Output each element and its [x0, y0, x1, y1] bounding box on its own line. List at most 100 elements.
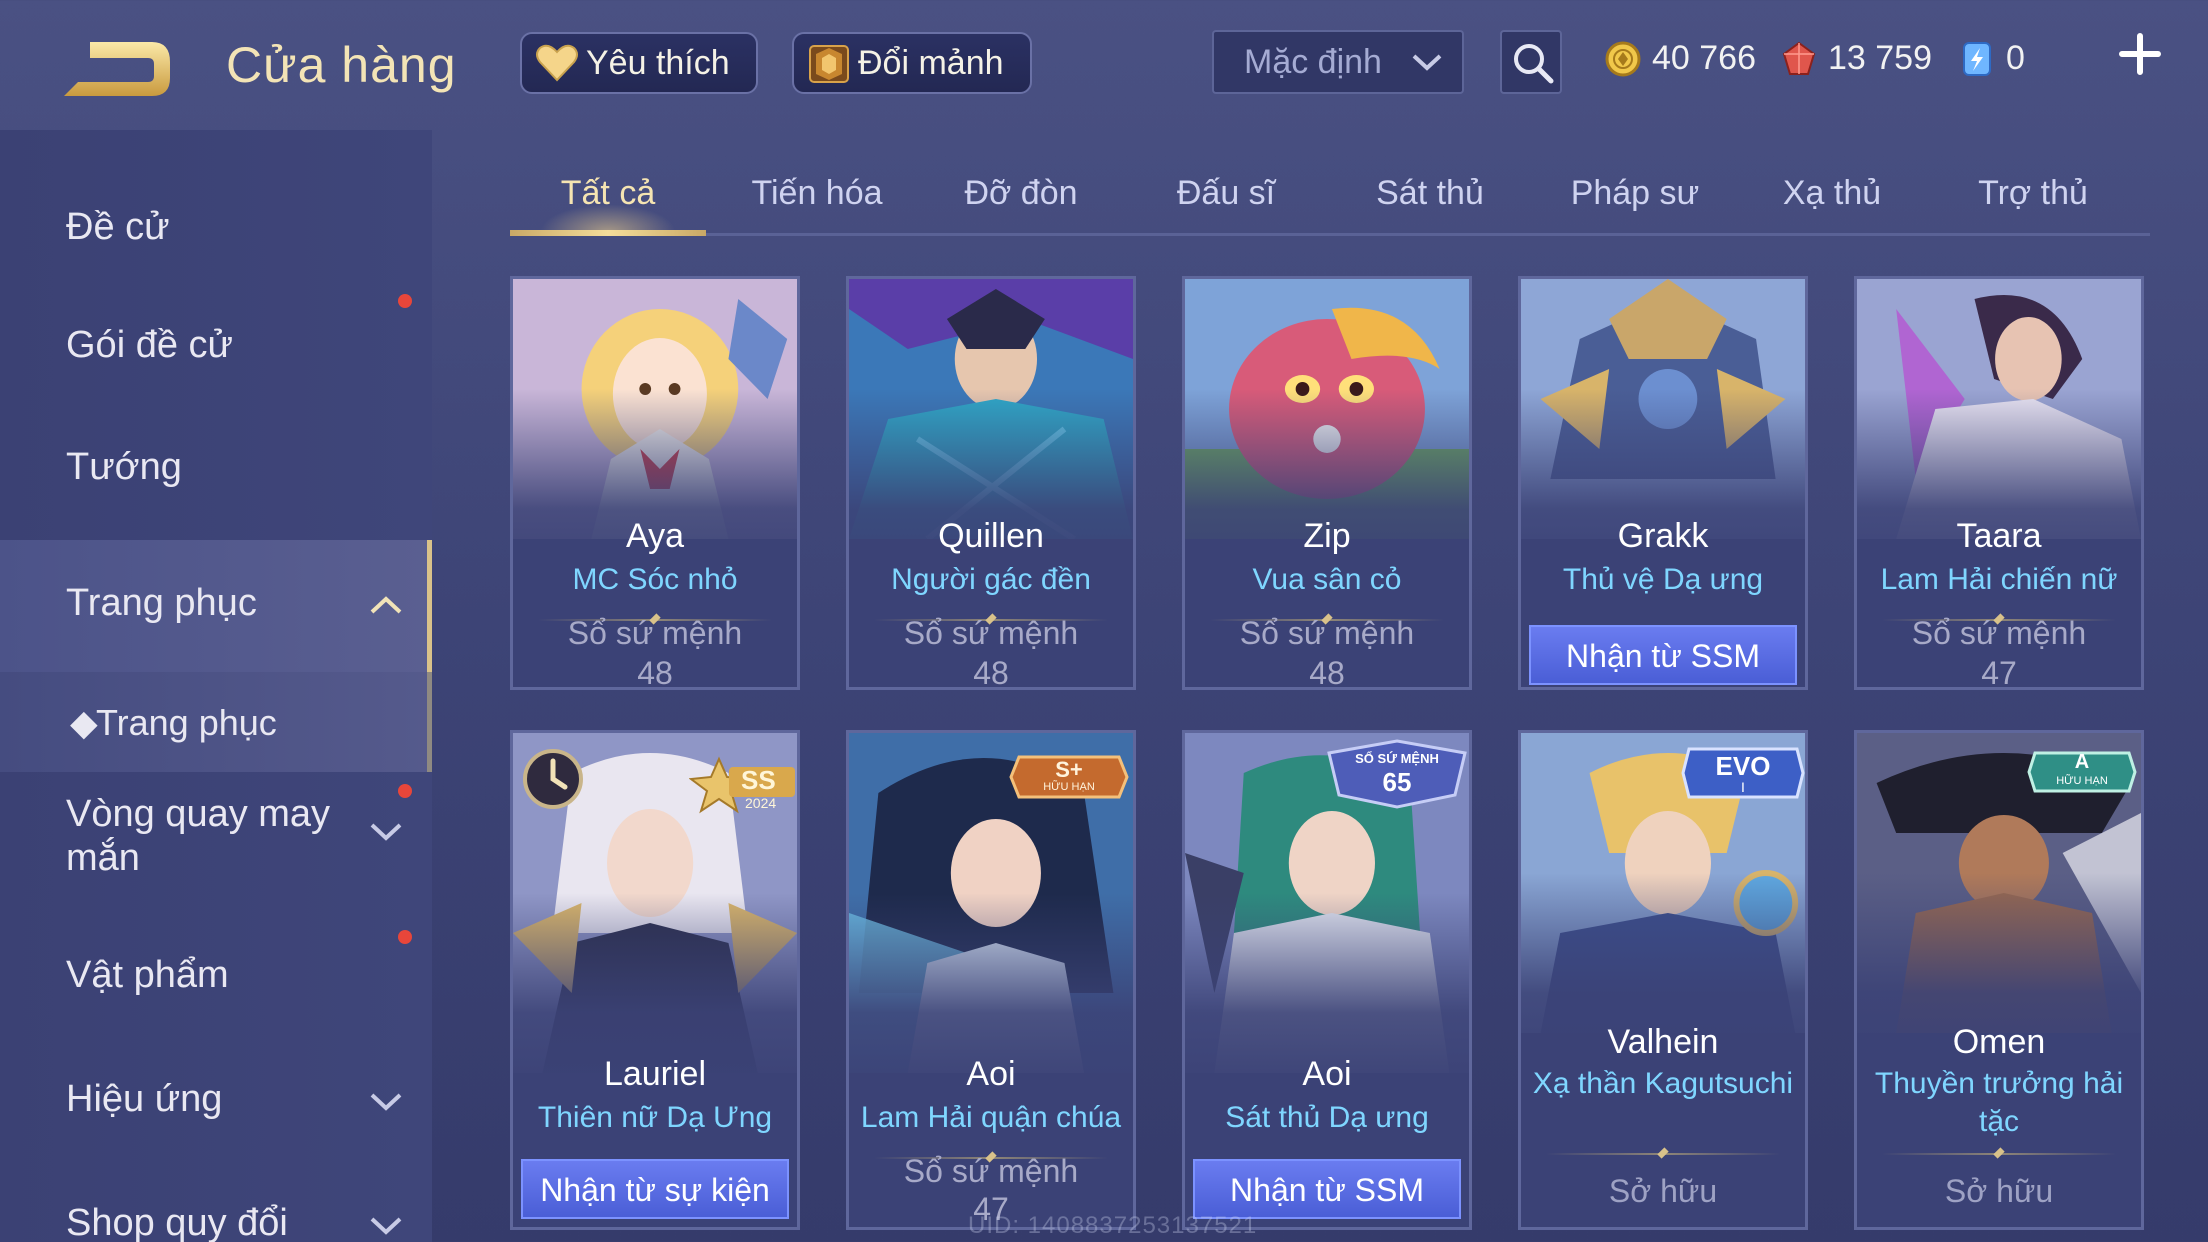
- tab-fighter[interactable]: Đấu sĩ: [1114, 174, 1338, 213]
- tab-assassin[interactable]: Sát thủ: [1338, 174, 1522, 213]
- skin-card-valhein[interactable]: EVO I Valhein Xạ thần Kagutsuchi Sở hữu: [1518, 730, 1808, 1230]
- sidebar-item-exchange-shop[interactable]: Shop quy đổi: [0, 1146, 432, 1242]
- back-arrow-icon: [64, 42, 170, 96]
- skin-name: Sát thủ Dạ ưng: [1225, 1101, 1429, 1134]
- hero-name: Taara: [1956, 517, 2042, 555]
- skin-card-aoi-da-ung[interactable]: SỔ SỨ MỆNH 65 Aoi Sát thủ Dạ ưng Nhận từ…: [1182, 730, 1472, 1230]
- sidebar-item-featured[interactable]: Đề cử: [0, 172, 432, 282]
- badge-level-text: I: [1741, 779, 1745, 795]
- chevron-down-icon: [1412, 54, 1442, 71]
- sidebar-item-label: Vòng quay may mắn: [66, 793, 331, 879]
- sidebar-item-label: Gói đề cử: [66, 324, 233, 366]
- notification-dot: [398, 784, 412, 798]
- sort-value: Mặc định: [1244, 43, 1382, 81]
- add-currency-button[interactable]: [2118, 32, 2162, 76]
- get-from-event-button[interactable]: Nhận từ sự kiện: [521, 1159, 789, 1219]
- card-fade: [1185, 389, 1469, 589]
- card-separator: [1882, 1153, 2116, 1155]
- price-value: 48: [973, 655, 1009, 690]
- sidebar-item-label: Vật phẩm: [66, 954, 229, 996]
- shard-chest-icon: [809, 45, 849, 83]
- sidebar-item-lucky-spin[interactable]: Vòng quay may mắn: [0, 778, 432, 908]
- get-from-ssm-button[interactable]: Nhận từ SSM: [1529, 625, 1797, 685]
- sidebar-item-label: Đề cử: [66, 206, 170, 248]
- skin-name: Lam Hải quận chúa: [860, 1101, 1122, 1134]
- voucher-value: 13 759: [1828, 39, 1932, 77]
- tab-evolution[interactable]: Tiến hóa: [706, 174, 928, 213]
- role-tabs: Tất cả Tiến hóa Đỡ đòn Đấu sĩ Sát thủ Ph…: [510, 160, 2150, 236]
- exchange-label: Đổi mảnh: [858, 44, 1004, 82]
- sidebar-subitem-label: Trang phục: [96, 702, 277, 743]
- skin-name: Người gác đền: [891, 563, 1091, 596]
- tab-mage[interactable]: Pháp sư: [1522, 174, 1748, 213]
- price-value: 47: [1981, 655, 2017, 690]
- sidebar-subitem-skins[interactable]: ◆ Trang phục: [0, 672, 432, 772]
- skin-card-taara[interactable]: Taara Lam Hải chiến nữ Sổ sứ mệnh 47: [1854, 276, 2144, 690]
- badge-limited-text: HỮU HẠN: [1043, 781, 1095, 793]
- diamond-bullet-icon: ◆: [70, 702, 98, 743]
- sidebar-item-effects[interactable]: Hiệu ứng: [0, 1032, 432, 1142]
- hero-name: Zip: [1303, 517, 1351, 555]
- card-fade: [849, 389, 1133, 589]
- search-button[interactable]: [1500, 30, 1562, 94]
- price-label: Sổ sứ mệnh: [1239, 615, 1415, 651]
- sidebar-item-skins[interactable]: Trang phục: [0, 540, 432, 672]
- badge-title-text: SỔ SỨ MỆNH: [1355, 751, 1439, 766]
- sidebar-item-featured-packs[interactable]: Gói đề cử: [0, 280, 432, 390]
- owned-label: Sở hữu: [1944, 1173, 2054, 1209]
- tab-all[interactable]: Tất cả: [510, 174, 706, 213]
- card-separator: [1546, 1153, 1780, 1155]
- sidebar-item-label: Shop quy đổi: [66, 1202, 288, 1242]
- favorite-label: Yêu thích: [586, 44, 730, 82]
- skin-name: Thủ vệ Dạ ưng: [1562, 563, 1764, 596]
- get-from-ssm-button[interactable]: Nhận từ SSM: [1193, 1159, 1461, 1219]
- tab-tank[interactable]: Đỡ đòn: [928, 174, 1114, 213]
- skin-name: Thiên nữ Dạ Ưng: [537, 1101, 773, 1134]
- page-title: Cửa hàng: [226, 37, 457, 93]
- skin-card-quillen[interactable]: Quillen Người gác đền Sổ sứ mệnh 48: [846, 276, 1136, 690]
- sidebar-item-items[interactable]: Vật phẩm: [0, 908, 432, 1018]
- top-bar: Cửa hàng Yêu thích Đổi mảnh Mặc định 40 …: [0, 0, 2208, 130]
- skin-card-zip[interactable]: Zip Vua sân cỏ Sổ sứ mệnh 48: [1182, 276, 1472, 690]
- heart-icon: [536, 44, 578, 82]
- exchange-shards-button[interactable]: Đổi mảnh: [792, 32, 1032, 94]
- sidebar: Đề cử Gói đề cử Tướng Trang phục ◆ Trang…: [0, 130, 432, 1242]
- price-label: Sổ sứ mệnh: [1911, 615, 2087, 651]
- price-label: Sổ sứ mệnh: [903, 615, 1079, 651]
- badge-limited-text: HỮU HẠN: [2056, 775, 2108, 787]
- chevron-down-icon: [370, 1093, 402, 1111]
- hero-name: Quillen: [938, 517, 1044, 555]
- badge-tier-text: SS: [741, 765, 776, 795]
- uid-watermark: UID: 1408837253137521: [968, 1212, 1258, 1239]
- chevron-down-icon: [370, 1217, 402, 1235]
- badge-tier-text: A: [2074, 751, 2090, 773]
- card-fade: [1857, 389, 2141, 589]
- tab-support[interactable]: Trợ thủ: [1916, 174, 2150, 213]
- sort-dropdown[interactable]: Mặc định: [1212, 30, 1464, 94]
- hero-name: Lauriel: [603, 1055, 707, 1093]
- price-label: Sổ sứ mệnh: [903, 1153, 1079, 1189]
- sidebar-item-heroes[interactable]: Tướng: [0, 404, 432, 514]
- skin-card-aoi-lam-hai[interactable]: S+ HỮU HẠN Aoi Lam Hải quận chúa Sổ sứ m…: [846, 730, 1136, 1230]
- tier-badge-a: A HỮU HẠN: [2027, 747, 2137, 797]
- gold-coin-icon: [1605, 41, 1641, 77]
- crystal-icon: [1963, 42, 1991, 76]
- hero-name: Valhein: [1607, 1023, 1719, 1061]
- skin-card-aya[interactable]: Aya MC Sóc nhỏ Sổ sứ mệnh 48: [510, 276, 800, 690]
- tab-active-underline: [510, 230, 706, 236]
- notification-dot: [398, 294, 412, 308]
- price-label: Sổ sứ mệnh: [567, 615, 743, 651]
- skin-card-grakk[interactable]: Grakk Thủ vệ Dạ ưng Nhận từ SSM: [1518, 276, 1808, 690]
- favorite-button[interactable]: Yêu thích: [520, 32, 758, 94]
- tab-marksman[interactable]: Xạ thủ: [1748, 174, 1916, 213]
- hero-name: Aya: [626, 517, 684, 555]
- back-button[interactable]: [60, 30, 180, 110]
- badge-tier-text: S+: [1055, 757, 1083, 782]
- chevron-down-icon: [370, 823, 402, 841]
- skin-name: Thuyền trưởng hải tặc: [1874, 1067, 2124, 1138]
- skin-card-lauriel[interactable]: SS 2024 Lauriel Thiên nữ Dạ Ưng Nhận từ …: [510, 730, 800, 1230]
- badge-year-text: 2024: [745, 795, 777, 811]
- search-icon: [1514, 44, 1554, 84]
- skin-name: Lam Hải chiến nữ: [1880, 563, 2118, 596]
- skin-card-omen[interactable]: A HỮU HẠN Omen Thuyền trưởng hải tặc Sở …: [1854, 730, 2144, 1230]
